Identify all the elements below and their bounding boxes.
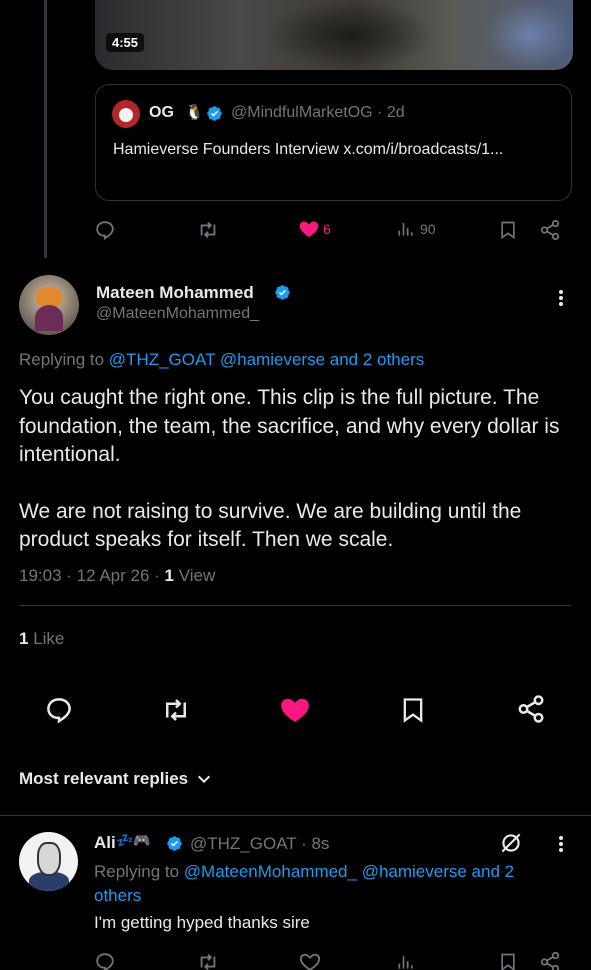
share-button[interactable]: [516, 694, 546, 729]
more-icon[interactable]: [553, 288, 569, 310]
verified-icon: [206, 105, 223, 127]
like-button[interactable]: 6: [299, 219, 331, 239]
more-icon[interactable]: [553, 834, 569, 856]
divider: [19, 605, 572, 606]
quoted-author-name[interactable]: OG: [149, 104, 174, 122]
reply-author-name[interactable]: Ali: [94, 833, 116, 853]
views-count: 90: [420, 221, 436, 237]
post-text: You caught the right one. This clip is t…: [19, 384, 579, 555]
views-button[interactable]: [396, 951, 416, 970]
retweet-button[interactable]: [196, 951, 220, 970]
reply-button[interactable]: [94, 219, 116, 241]
bookmark-icon: [501, 953, 515, 970]
author-handle[interactable]: @MateenMohammed_: [96, 305, 259, 323]
replying-to: Replying to @THZ_GOAT @hamieverse and 2 …: [19, 350, 424, 370]
views-icon: [398, 223, 413, 236]
reply-button[interactable]: [44, 695, 74, 730]
replies-sort-dropdown[interactable]: Most relevant replies: [19, 769, 212, 789]
reply-icon: [96, 221, 114, 241]
post-timestamp: 19:03 · 12 Apr 26 ·: [19, 566, 165, 585]
quoted-post-text[interactable]: Hamieverse Founders Interview x.com/i/br…: [113, 138, 558, 162]
view-label: View: [174, 566, 216, 585]
heart-icon: [299, 221, 319, 237]
grok-icon[interactable]: [498, 830, 524, 861]
video-thumbnail[interactable]: [95, 0, 573, 70]
quoted-author-emoji: 🐧: [185, 104, 204, 121]
bookmark-icon: [501, 221, 515, 240]
views-icon: [398, 956, 413, 969]
like-count: 6: [323, 221, 331, 237]
replies-sort-label: Most relevant replies: [19, 769, 189, 788]
share-button[interactable]: [539, 951, 561, 970]
retweet-button[interactable]: [160, 695, 192, 730]
bookmark-button[interactable]: [498, 951, 518, 970]
chevron-down-icon: [198, 775, 211, 784]
mention-mateenmohammed[interactable]: @MateenMohammed_: [184, 862, 357, 881]
mention-hamieverse[interactable]: @hamieverse: [220, 350, 325, 369]
reply-author-avatar[interactable]: [19, 832, 78, 891]
bookmark-button[interactable]: [498, 219, 518, 241]
video-duration: 4:55: [106, 33, 145, 52]
likes-summary[interactable]: 1 Like: [19, 629, 64, 649]
quoted-author-avatar[interactable]: [112, 100, 140, 128]
share-icon: [540, 219, 560, 241]
bookmark-button[interactable]: [399, 694, 427, 731]
reply-icon: [47, 698, 71, 724]
reply-replying-prefix: Replying to: [94, 862, 180, 881]
post-paragraph-1: You caught the right one. This clip is t…: [19, 386, 560, 466]
like-button[interactable]: [299, 951, 321, 970]
quoted-author-handle[interactable]: @MindfulMarketOG · 2d: [231, 104, 405, 122]
reply-icon: [96, 953, 114, 970]
retweet-icon: [200, 954, 216, 970]
verified-icon: [274, 284, 291, 306]
verified-icon: [166, 835, 183, 857]
post-paragraph-2: We are not raising to survive. We are bu…: [19, 499, 522, 552]
retweet-icon: [200, 222, 216, 238]
divider: [0, 815, 591, 816]
view-count: 1: [164, 566, 175, 585]
heart-outline-icon: [299, 953, 321, 970]
retweet-button[interactable]: [196, 219, 220, 241]
reply-author-handle[interactable]: @THZ_GOAT · 8s: [190, 834, 329, 854]
reply-replying-to: Replying to @MateenMohammed_ @hamieverse…: [94, 860, 554, 908]
replying-prefix: Replying to: [19, 350, 105, 369]
reply-button[interactable]: [94, 951, 116, 970]
share-icon: [518, 695, 544, 723]
author-avatar[interactable]: [19, 275, 79, 335]
share-button[interactable]: [539, 219, 561, 241]
mention-others[interactable]: and 2 others: [330, 350, 425, 369]
reply-text: I'm getting hyped thanks sire: [94, 913, 310, 932]
like-label: Like: [28, 629, 65, 648]
author-name[interactable]: Mateen Mohammed: [96, 283, 254, 303]
bookmark-icon: [403, 698, 423, 723]
heart-icon: [281, 698, 309, 722]
post-meta: 19:03 · 12 Apr 26 · 1 View: [19, 566, 215, 586]
reply-author-emoji: 💤🎮: [116, 832, 151, 848]
views-button[interactable]: 90: [396, 219, 436, 239]
mention-thz-goat[interactable]: @THZ_GOAT: [109, 350, 215, 369]
thread-line: [44, 0, 47, 258]
retweet-icon: [166, 699, 186, 721]
share-icon: [540, 951, 560, 970]
like-button[interactable]: [280, 695, 310, 730]
